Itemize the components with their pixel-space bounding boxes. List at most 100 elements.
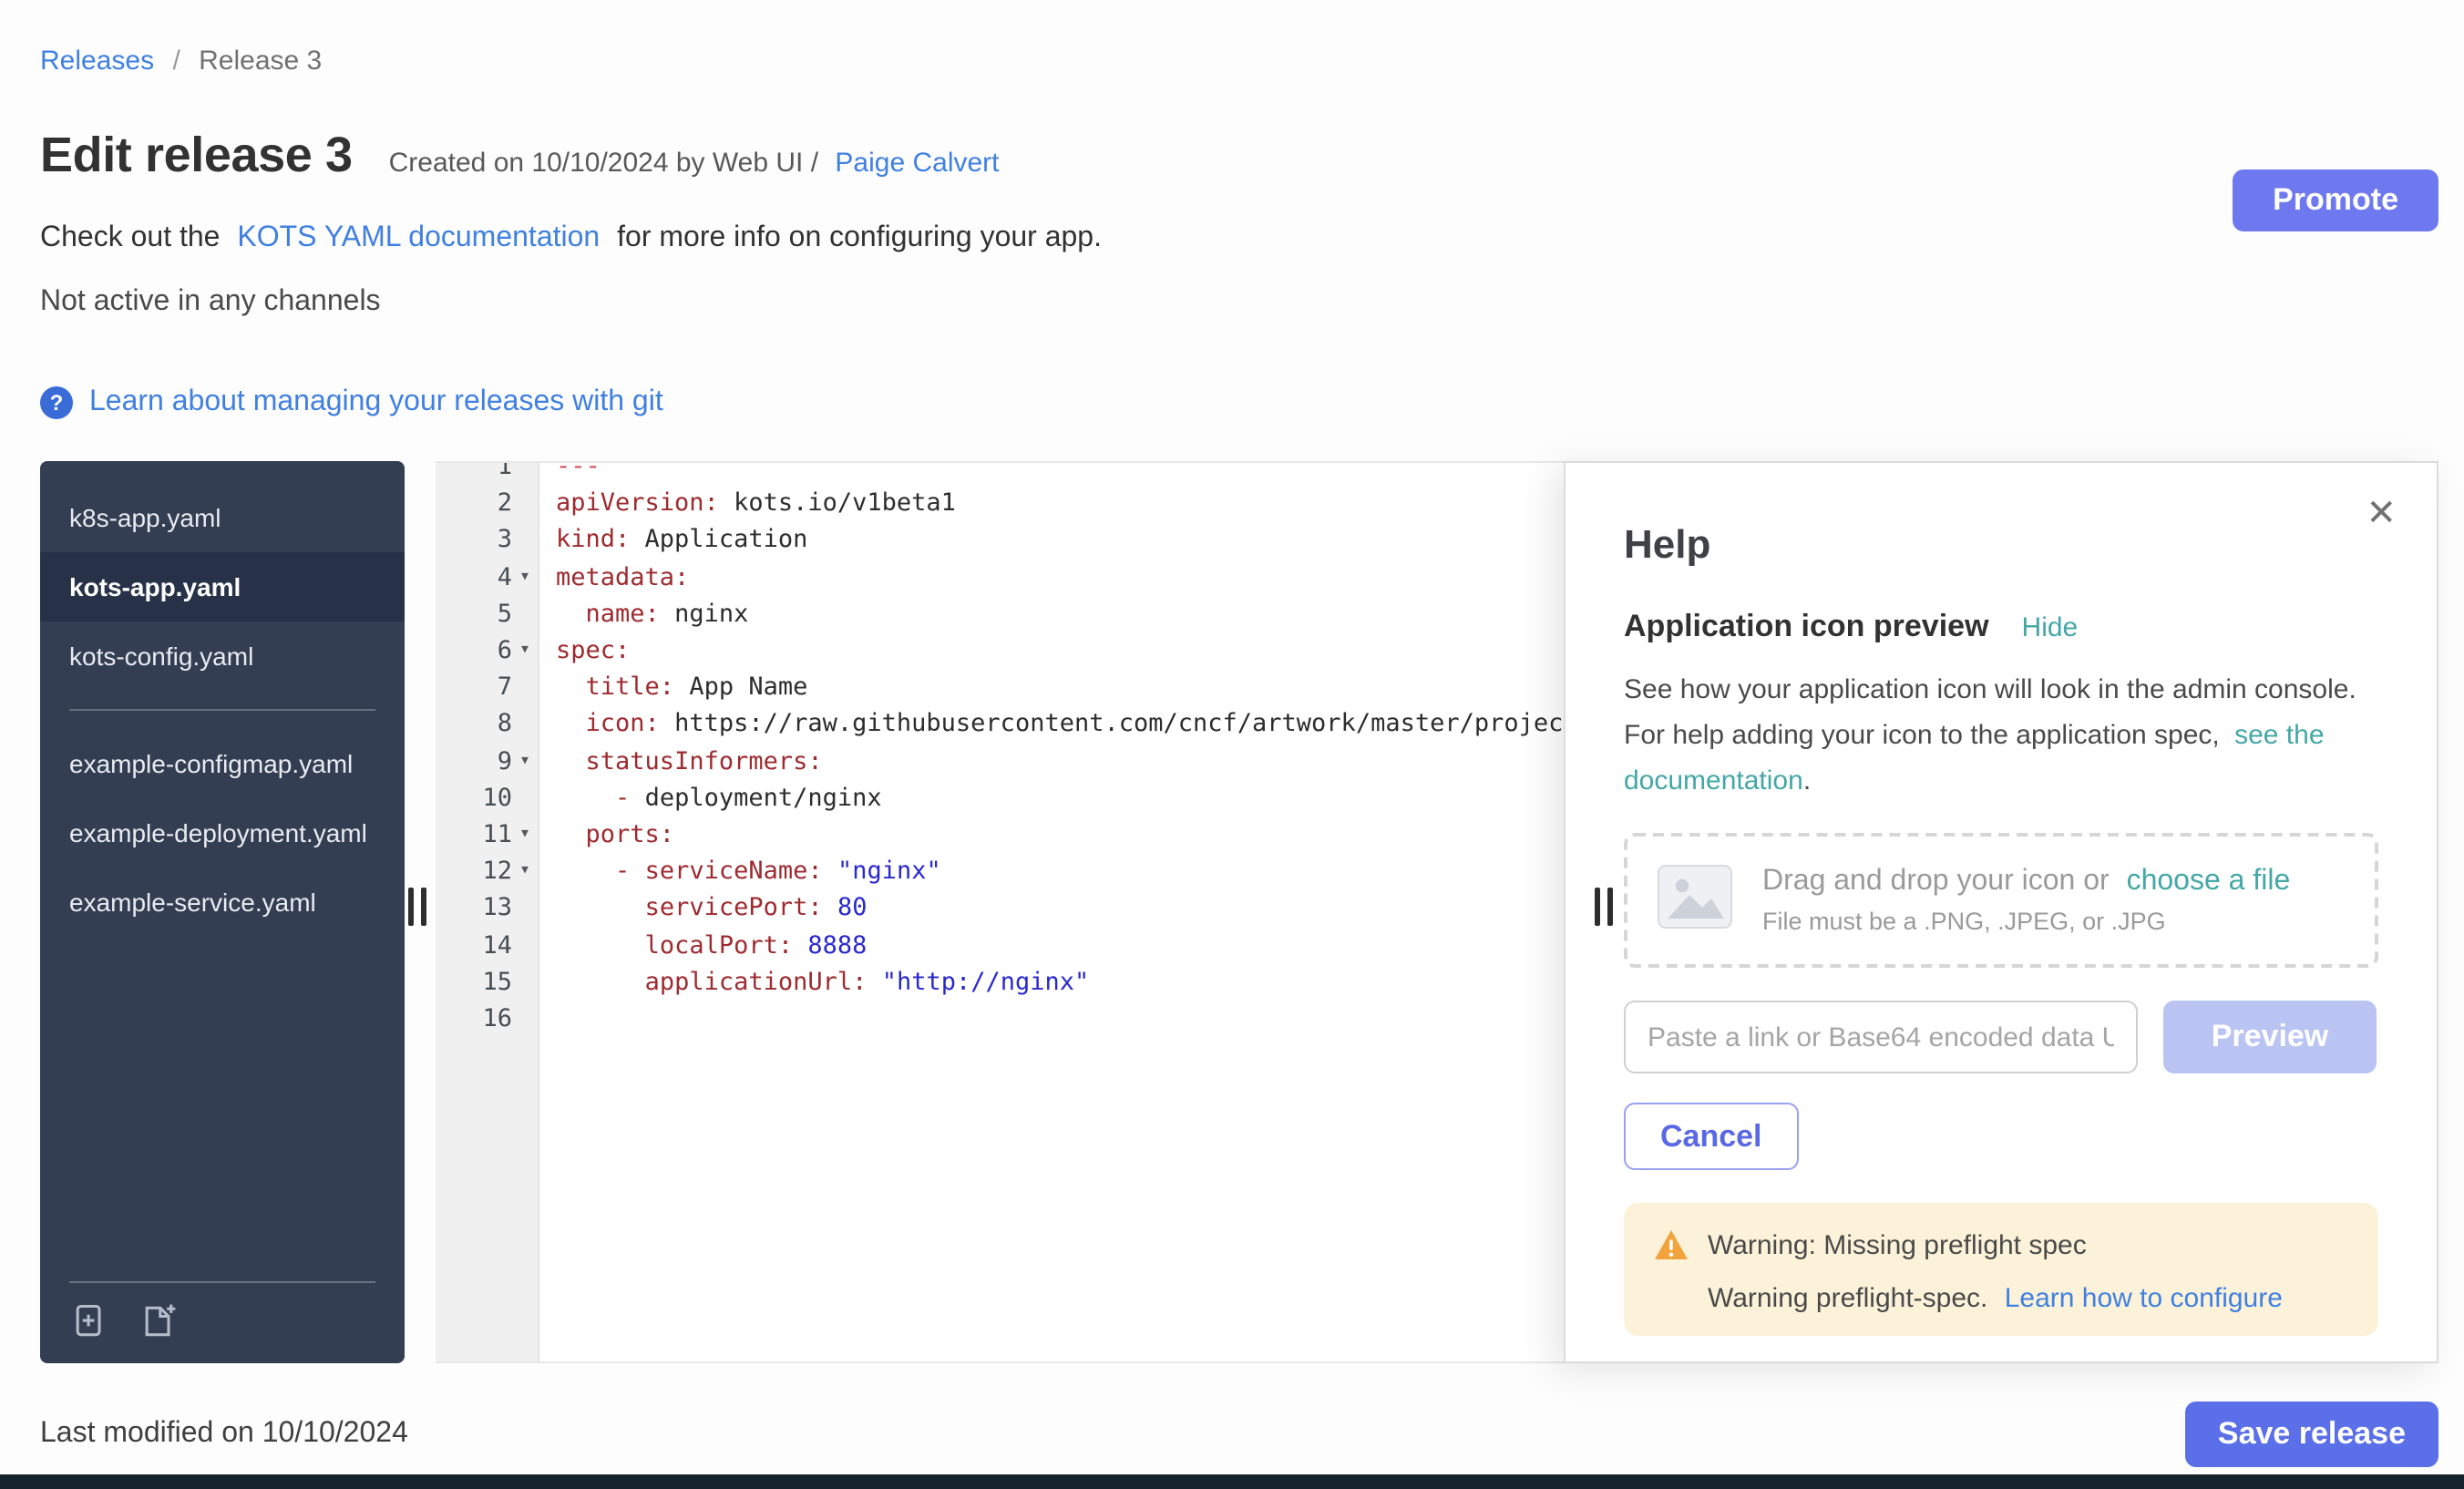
warning-icon: [1653, 1228, 1689, 1261]
breadcrumb: Releases / Release 3: [40, 46, 2438, 77]
breadcrumb-separator: /: [172, 46, 180, 77]
help-panel-title: Help: [1624, 521, 2389, 569]
choose-file-link[interactable]: choose a file: [2127, 866, 2291, 897]
fold-arrow-spacer: [512, 927, 538, 963]
cancel-button[interactable]: Cancel: [1624, 1103, 1799, 1170]
breadcrumb-releases-link[interactable]: Releases: [40, 46, 154, 77]
fold-arrow-spacer: [512, 1001, 538, 1037]
configure-preflight-link[interactable]: Learn how to configure: [2005, 1283, 2283, 1314]
image-placeholder-icon: [1657, 863, 1733, 938]
release-editor-panels: k8s-app.yamlkots-app.yamlkots-config.yam…: [40, 461, 2438, 1363]
code-line: 12▾ - serviceName: "nginx": [436, 853, 1564, 889]
code-line: 8 icon: https://raw.githubusercontent.co…: [436, 706, 1564, 743]
fold-arrow-spacer: [512, 485, 538, 521]
kots-yaml-docs-link[interactable]: KOTS YAML documentation: [237, 222, 600, 253]
code-line: 4▾metadata:: [436, 559, 1564, 595]
line-number: 12: [482, 853, 512, 889]
sidebar-divider: [69, 709, 375, 711]
edit-release-page: Releases / Release 3 Edit release 3 Crea…: [0, 0, 2464, 1474]
help-circle-icon: ?: [40, 386, 73, 419]
icon-dropzone[interactable]: Drag and drop your icon or choose a file…: [1624, 833, 2378, 968]
line-number: 6: [498, 632, 512, 669]
breadcrumb-current: Release 3: [199, 46, 322, 77]
preview-button[interactable]: Preview: [2163, 1001, 2377, 1073]
code-line: 13 servicePort: 80: [436, 890, 1564, 927]
line-number: 10: [482, 780, 512, 816]
fold-arrow-spacer: [512, 461, 538, 485]
new-file-icon[interactable]: [139, 1301, 179, 1341]
code-line: 7 title: App Name: [436, 669, 1564, 705]
line-number: 15: [482, 964, 512, 1001]
fold-arrow-spacer: [512, 964, 538, 1001]
dropzone-text: Drag and drop your icon or choose a file…: [1762, 866, 2290, 935]
warning-title: Warning: Missing preflight spec: [1708, 1229, 2087, 1260]
sidebar-file-item[interactable]: kots-config.yaml: [40, 621, 405, 691]
code-line: 10 - deployment/nginx: [436, 780, 1564, 816]
line-number: 1: [498, 461, 512, 485]
fold-arrow-spacer: [512, 890, 538, 927]
sidebar-resize-handle[interactable]: [408, 888, 426, 926]
file-sidebar: k8s-app.yamlkots-app.yamlkots-config.yam…: [40, 461, 405, 1363]
code-line: 16: [436, 1001, 1564, 1037]
fold-arrow-spacer: [512, 669, 538, 705]
code-line: 9▾ statusInformers:: [436, 743, 1564, 779]
code-line: 3kind: Application: [436, 522, 1564, 559]
line-number: 11: [482, 816, 512, 853]
close-icon[interactable]: ✕: [2366, 496, 2397, 532]
add-file-icon[interactable]: [69, 1301, 109, 1341]
save-release-button[interactable]: Save release: [2185, 1402, 2438, 1467]
sidebar-file-item[interactable]: example-deployment.yaml: [40, 798, 405, 868]
channel-status: Not active in any channels: [40, 286, 2438, 326]
sidebar-file-item[interactable]: k8s-app.yaml: [40, 483, 405, 552]
fold-arrow-icon[interactable]: ▾: [512, 559, 538, 595]
docs-hint-suffix: for more info on configuring your app.: [617, 222, 1102, 253]
line-number: 8: [498, 706, 512, 743]
git-releases-help-link[interactable]: Learn about managing your releases with …: [89, 386, 663, 419]
promote-button[interactable]: Promote: [2233, 169, 2438, 231]
help-resize-handle[interactable]: [1595, 888, 1613, 926]
sidebar-footer: [69, 1281, 375, 1341]
icon-url-input[interactable]: [1624, 1001, 2138, 1073]
fold-arrow-icon[interactable]: ▾: [512, 632, 538, 669]
page-title: Edit release 3: [40, 128, 353, 184]
line-number: 5: [498, 596, 512, 632]
docs-hint-prefix: Check out the: [40, 222, 220, 253]
hide-link[interactable]: Hide: [2022, 612, 2079, 643]
code-line: 2apiVersion: kots.io/v1beta1: [436, 485, 1564, 521]
fold-arrow-spacer: [512, 522, 538, 559]
line-number: 16: [482, 1001, 512, 1037]
preflight-warning-box: Warning: Missing preflight spec Warning …: [1624, 1203, 2378, 1336]
line-number: 3: [498, 522, 512, 559]
code-line: 5 name: nginx: [436, 596, 1564, 632]
code-line: 14 localPort: 8888: [436, 927, 1564, 963]
icon-preview-section-title: Application icon preview: [1624, 609, 1989, 645]
docs-hint: Check out the KOTS YAML documentation fo…: [40, 222, 2438, 262]
author-link[interactable]: Paige Calvert: [835, 148, 999, 179]
code-line: 1---: [436, 461, 1564, 485]
warning-detail: Warning preflight-spec.: [1708, 1283, 1987, 1314]
code-line: 15 applicationUrl: "http://nginx": [436, 964, 1564, 1001]
line-number: 14: [482, 927, 512, 963]
line-number: 13: [482, 890, 512, 927]
fold-arrow-spacer: [512, 596, 538, 632]
fold-arrow-icon[interactable]: ▾: [512, 743, 538, 779]
dropzone-line1: Drag and drop your icon or: [1762, 866, 2110, 897]
fold-arrow-spacer: [512, 706, 538, 743]
sidebar-file-item[interactable]: example-service.yaml: [40, 868, 405, 937]
line-number: 4: [498, 559, 512, 595]
help-panel: ✕ Help Application icon preview Hide See…: [1564, 461, 2438, 1363]
code-line: 6▾spec:: [436, 632, 1564, 669]
fold-arrow-icon[interactable]: ▾: [512, 853, 538, 889]
file-group-primary: k8s-app.yamlkots-app.yamlkots-config.yam…: [40, 483, 405, 691]
description-period: .: [1803, 765, 1811, 796]
fold-arrow-icon[interactable]: ▾: [512, 816, 538, 853]
fold-arrow-spacer: [512, 780, 538, 816]
sidebar-file-item[interactable]: example-configmap.yaml: [40, 729, 405, 798]
file-group-examples: example-configmap.yamlexample-deployment…: [40, 729, 405, 937]
created-text: Created on 10/10/2024 by Web UI /: [389, 148, 818, 179]
line-number: 7: [498, 669, 512, 705]
created-info: Created on 10/10/2024 by Web UI / Paige …: [389, 148, 1000, 179]
icon-preview-description: See how your application icon will look …: [1624, 667, 2378, 804]
code-editor[interactable]: 1---2apiVersion: kots.io/v1beta13kind: A…: [436, 461, 1564, 1363]
sidebar-file-item[interactable]: kots-app.yaml: [40, 552, 405, 621]
